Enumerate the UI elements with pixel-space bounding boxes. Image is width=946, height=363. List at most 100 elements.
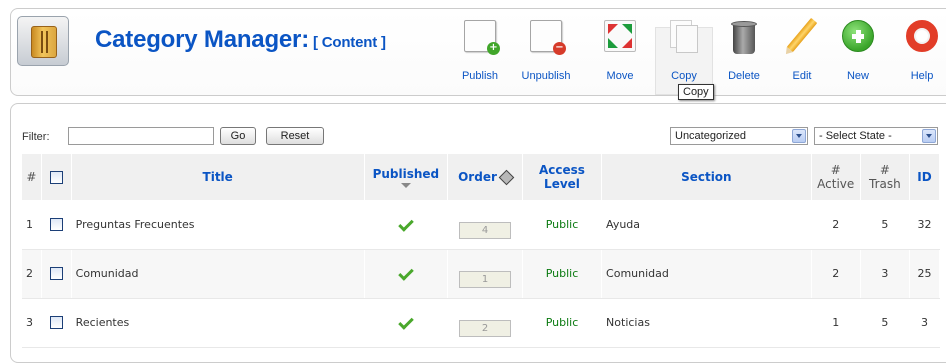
published-check-icon[interactable] xyxy=(398,314,414,330)
page-subtitle: [ Content ] xyxy=(312,34,386,51)
col-access[interactable]: Access Level xyxy=(522,154,603,200)
col-title[interactable]: Title xyxy=(71,154,365,200)
page-title-text: Category Manager: xyxy=(95,26,309,53)
row-active: 2 xyxy=(811,200,861,250)
page-title: Category Manager:[ Content ] xyxy=(95,26,386,54)
row-checkbox[interactable] xyxy=(49,316,63,330)
copy-icon xyxy=(668,20,700,53)
published-check-icon[interactable] xyxy=(398,215,414,232)
col-trash: # Trash xyxy=(860,154,911,200)
row-section-link[interactable]: Ayuda xyxy=(601,200,812,250)
col-active: # Active xyxy=(811,154,861,200)
page: Category Manager:[ Content ] + Publish −… xyxy=(0,0,946,363)
publish-label: Publish xyxy=(461,70,499,82)
col-trash-line1: # xyxy=(879,163,890,177)
col-order-label: Order xyxy=(458,170,497,184)
row-id: 32 xyxy=(909,200,940,250)
save-order-icon[interactable] xyxy=(498,169,515,186)
row-trash: 3 xyxy=(860,249,911,299)
row-num: 3 xyxy=(22,298,42,348)
row-order: 1 xyxy=(447,249,523,299)
edit-label: Edit xyxy=(792,70,812,82)
new-label: New xyxy=(846,70,869,82)
table-row: 1 Preguntas Frecuentes 4 Public Ayuda 2 … xyxy=(22,200,940,250)
select-all-checkbox[interactable] xyxy=(49,171,63,184)
state-select-value: - Select State - xyxy=(819,130,892,142)
col-select-all[interactable] xyxy=(41,154,72,200)
new-button[interactable]: New xyxy=(830,14,886,84)
col-access-line2: Level xyxy=(544,177,580,191)
table-row: 2 Comunidad 1 Public Comunidad 2 3 25 xyxy=(22,249,940,299)
row-title-link[interactable]: Recientes xyxy=(71,298,365,348)
copy-button[interactable]: Copy xyxy=(656,14,712,84)
unpublish-button[interactable]: − Unpublish xyxy=(518,14,574,84)
row-published[interactable] xyxy=(364,298,449,348)
row-num: 1 xyxy=(22,200,42,250)
col-section[interactable]: Section xyxy=(601,154,812,200)
col-id[interactable]: ID xyxy=(909,154,940,200)
chevron-down-icon xyxy=(922,129,936,143)
col-trash-line2: Trash xyxy=(869,177,901,191)
row-published[interactable] xyxy=(364,249,449,299)
order-input[interactable]: 2 xyxy=(459,320,511,337)
row-active: 2 xyxy=(811,249,861,299)
col-active-line1: # xyxy=(830,163,841,177)
delete-label: Delete xyxy=(728,70,760,82)
col-published[interactable]: Published xyxy=(364,154,449,200)
order-input[interactable]: 4 xyxy=(459,221,511,239)
go-button[interactable]: Go xyxy=(220,127,256,145)
category-manager-icon xyxy=(17,16,69,66)
table-row: 3 Recientes 2 Public Noticias 1 5 3 xyxy=(22,298,940,348)
move-button[interactable]: Move xyxy=(592,14,648,84)
plus-icon xyxy=(842,20,874,52)
unpublish-icon: − xyxy=(530,20,566,55)
publish-button[interactable]: + Publish xyxy=(452,14,508,84)
chevron-down-icon xyxy=(792,129,806,143)
section-select-value: Uncategorized xyxy=(675,130,746,142)
help-button[interactable]: Help xyxy=(894,14,946,84)
lifebuoy-icon xyxy=(906,20,938,52)
move-label: Move xyxy=(606,70,634,82)
delete-button[interactable]: Delete xyxy=(716,14,772,84)
trash-icon xyxy=(728,20,760,54)
col-order[interactable]: Order xyxy=(447,154,523,200)
row-section-link[interactable]: Noticias xyxy=(601,298,812,348)
col-access-line1: Access xyxy=(539,163,585,177)
row-access[interactable]: Public xyxy=(522,249,603,299)
row-id: 3 xyxy=(909,298,940,348)
row-access[interactable]: Public xyxy=(522,200,603,250)
row-section-link[interactable]: Comunidad xyxy=(601,249,812,299)
reset-button[interactable]: Reset xyxy=(266,127,324,145)
row-access[interactable]: Public xyxy=(522,298,603,348)
edit-button[interactable]: Edit xyxy=(774,14,830,84)
filter-input[interactable] xyxy=(68,127,214,145)
row-select[interactable] xyxy=(41,249,72,299)
sort-desc-icon xyxy=(400,182,411,188)
row-title-link[interactable]: Preguntas Frecuentes xyxy=(71,200,365,250)
row-trash: 5 xyxy=(860,200,911,250)
table-header-row: # Title Published Order Access Level Sect… xyxy=(22,154,940,200)
row-checkbox[interactable] xyxy=(49,267,63,281)
row-title-link[interactable]: Comunidad xyxy=(71,249,365,299)
publish-icon: + xyxy=(464,20,500,55)
col-published-label: Published xyxy=(372,166,440,181)
row-active: 1 xyxy=(811,298,861,348)
row-trash: 5 xyxy=(860,298,911,348)
row-published[interactable] xyxy=(364,200,449,250)
col-active-line2: Active xyxy=(817,177,855,191)
filter-label: Filter: xyxy=(22,131,50,143)
order-input[interactable]: 1 xyxy=(459,271,511,288)
row-order: 2 xyxy=(447,298,523,348)
copy-label: Copy xyxy=(671,70,697,82)
unpublish-label: Unpublish xyxy=(521,70,571,82)
published-check-icon[interactable] xyxy=(398,265,414,281)
row-id: 25 xyxy=(909,249,940,299)
row-select[interactable] xyxy=(41,298,72,348)
state-select[interactable]: - Select State - xyxy=(814,127,938,145)
row-checkbox[interactable] xyxy=(49,218,63,231)
row-num: 2 xyxy=(22,249,42,299)
col-num: # xyxy=(22,154,42,200)
category-table: # Title Published Order Access Level Sect… xyxy=(22,154,940,348)
row-select[interactable] xyxy=(41,200,72,250)
section-select[interactable]: Uncategorized xyxy=(670,127,808,145)
